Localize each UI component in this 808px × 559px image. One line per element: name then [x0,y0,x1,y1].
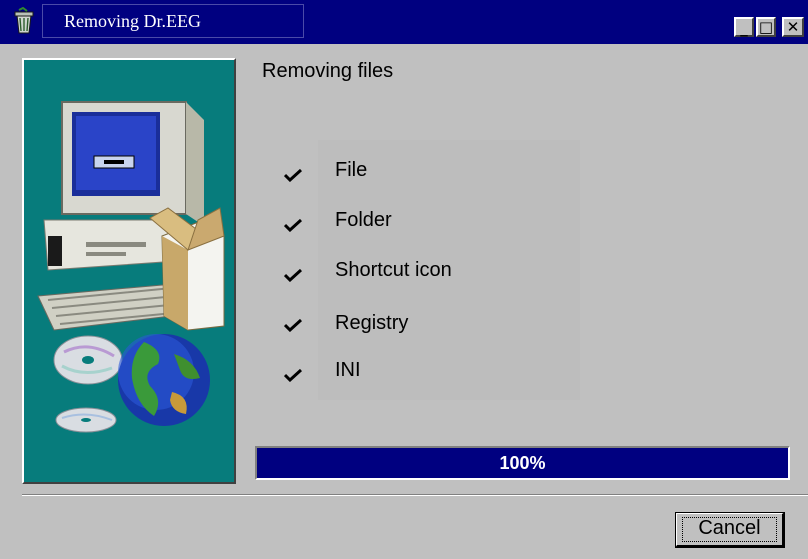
checklist-label: File [335,159,368,181]
checkmark-icon [284,368,302,382]
title-bar[interactable]: Removing Dr.EEG _ □ ✕ [0,0,808,44]
checkmark-icon [284,218,302,232]
cancel-button[interactable]: Cancel [675,512,785,548]
checkmark-icon [284,268,302,282]
minimize-button[interactable]: _ [734,17,754,37]
progress-percent: 100% [499,453,546,473]
close-button[interactable]: ✕ [782,17,804,37]
maximize-icon: □ [758,18,774,36]
maximize-button[interactable]: □ [756,17,776,37]
recycle-bin-icon[interactable] [10,6,38,35]
checkmark-icon [284,318,302,332]
window-title: Removing Dr.EEG [64,11,201,31]
cancel-button-label: Cancel [698,517,761,539]
illustration-panel [22,58,236,484]
removal-checklist: File Folder Shortcut icon Registry INI [284,140,580,400]
checklist-label: Shortcut icon [335,259,452,281]
progress-bar: 100% [255,446,790,480]
checklist-label: Folder [335,209,392,231]
footer-divider [22,494,808,496]
checklist-item-ini: INI [284,140,361,382]
checkmark-icon [284,168,302,182]
computer-box-cds-globe-illustration [37,101,225,433]
checklist-label: INI [335,359,361,381]
close-icon: ✕ [786,18,800,36]
status-heading: Removing files [262,60,394,82]
checklist-label: Registry [335,312,409,334]
minimize-icon: _ [740,19,748,37]
